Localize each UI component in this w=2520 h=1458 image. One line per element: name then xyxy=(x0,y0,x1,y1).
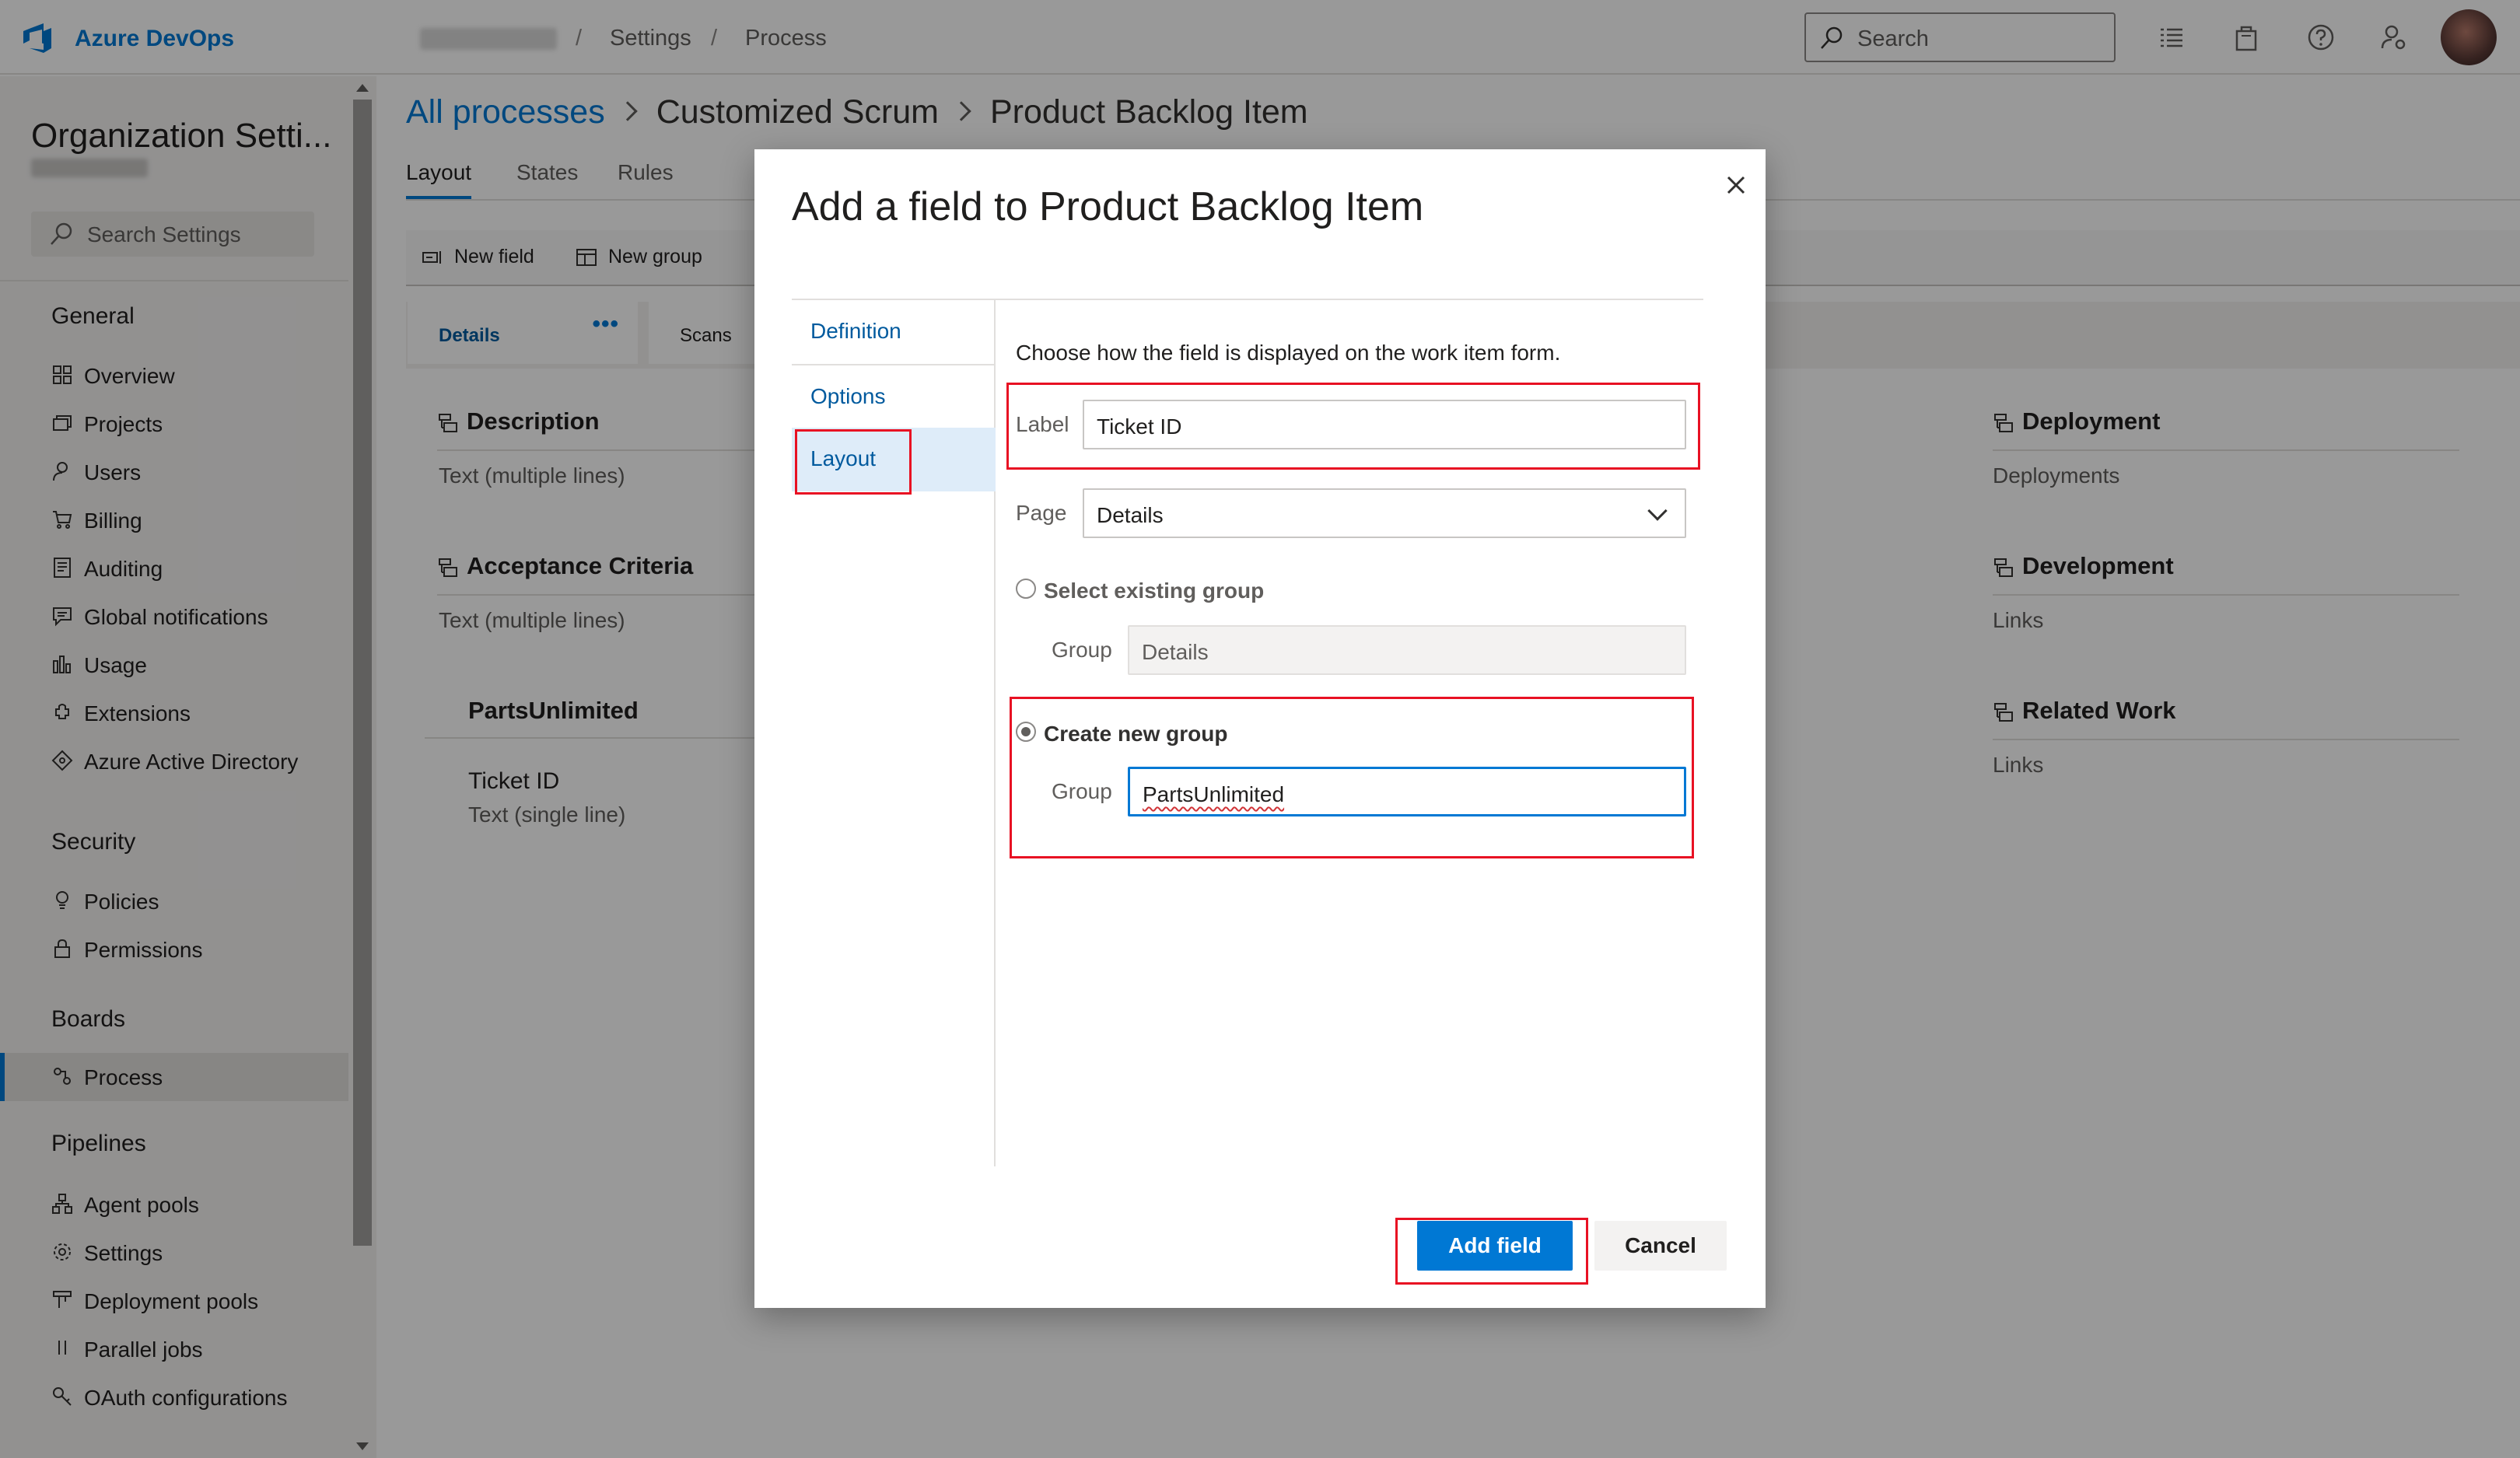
cancel-button[interactable]: Cancel xyxy=(1594,1221,1727,1271)
nav-label: Options xyxy=(810,384,886,408)
existing-group-input: Details xyxy=(1128,625,1686,675)
dialog-title: Add a field to Product Backlog Item xyxy=(792,184,1424,229)
layout-description: Choose how the field is displayed on the… xyxy=(1016,341,1561,365)
highlight-new-group xyxy=(1010,697,1694,858)
page-dropdown-value: Details xyxy=(1097,503,1164,527)
chevron-down-icon xyxy=(1647,501,1668,521)
select-existing-group-radio[interactable] xyxy=(1016,579,1036,599)
dialog-nav-definition[interactable]: Definition xyxy=(792,300,996,364)
highlight-label xyxy=(1006,383,1700,470)
existing-group-value: Details xyxy=(1142,640,1209,664)
highlight-add-field xyxy=(1395,1218,1588,1285)
highlight-layout-nav xyxy=(795,429,912,495)
dialog-nav-options[interactable]: Options xyxy=(792,365,996,429)
page-field-label: Page xyxy=(1016,501,1067,525)
close-icon[interactable] xyxy=(1714,163,1758,207)
page-dropdown[interactable]: Details xyxy=(1083,488,1686,538)
add-field-dialog: Add a field to Product Backlog Item Defi… xyxy=(754,149,1766,1308)
existing-group-field-label: Group xyxy=(1052,638,1112,662)
nav-label: Definition xyxy=(810,319,901,343)
select-existing-group-label[interactable]: Select existing group xyxy=(1044,579,1264,603)
